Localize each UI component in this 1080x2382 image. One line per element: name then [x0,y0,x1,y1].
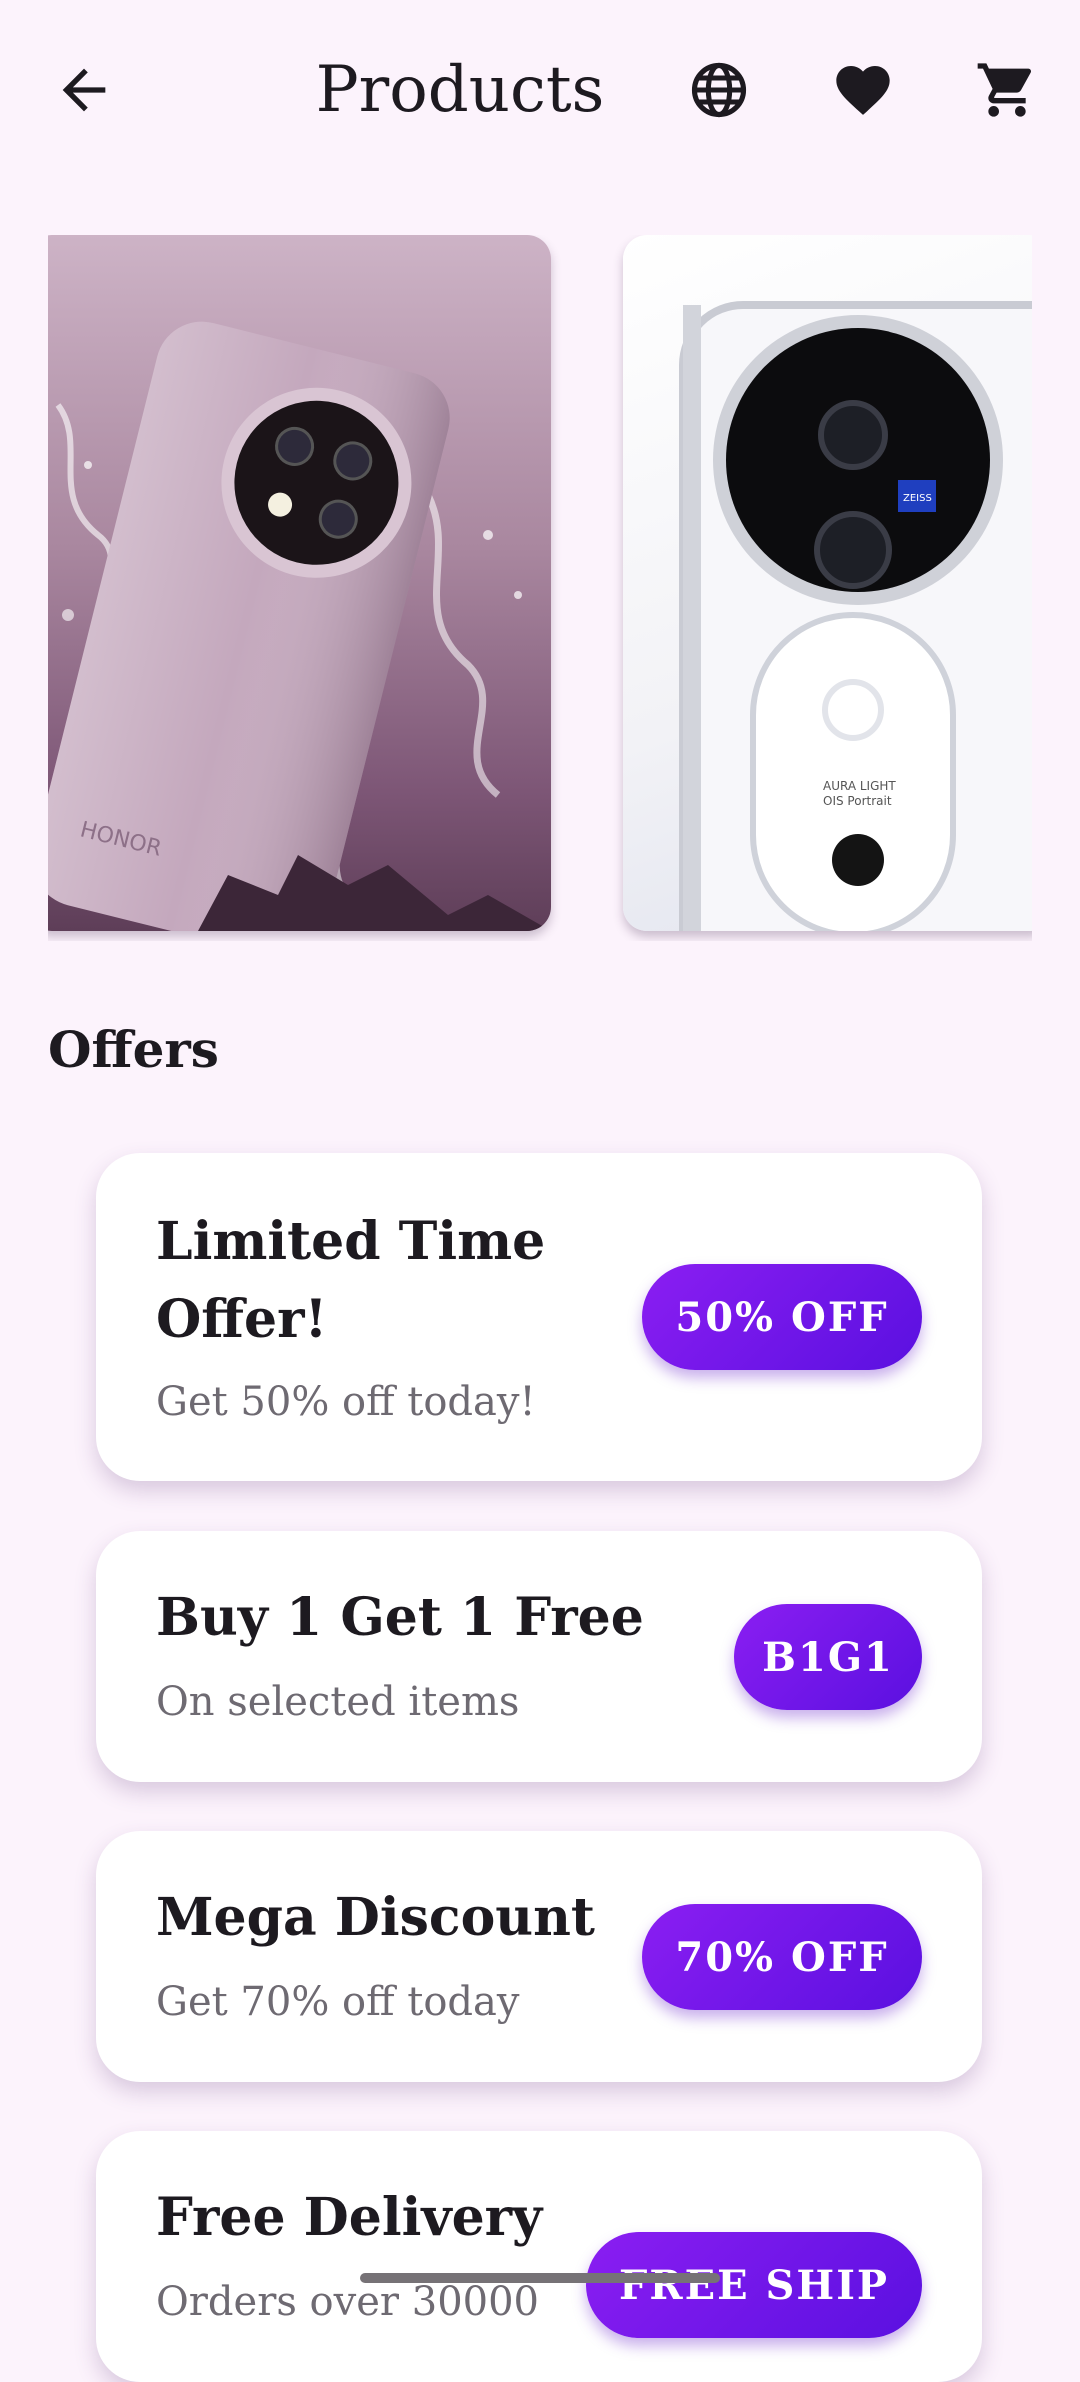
home-indicator[interactable] [360,2273,720,2283]
cart-icon [977,63,1032,117]
zeiss-logo-text: ZEISS [903,493,932,504]
product-carousel[interactable]: HONOR AURA LIGHT OIS Portrait ZEISS [48,235,1032,941]
offer-badge-button[interactable]: FREE SHIP [586,2232,922,2338]
product-card-vivo[interactable]: AURA LIGHT OIS Portrait ZEISS [623,235,1032,931]
offer-title: Mega Discount [156,1887,595,1948]
offer-title: Free Delivery [156,2187,543,2248]
offer-card-free-delivery[interactable]: Free Delivery Orders over 30000 FREE SHI… [96,2131,982,2382]
offer-title: Limited Time Offer! [156,1211,546,1350]
back-button[interactable] [34,40,134,140]
heart-icon [836,66,890,115]
offer-badge-button[interactable]: 50% OFF [642,1264,922,1370]
cart-button[interactable] [957,40,1057,140]
page-title: Products [315,53,605,127]
back-arrow-icon [62,68,106,112]
offer-subtitle: Get 70% off today [156,1979,520,2025]
offer-card-mega-discount[interactable]: Mega Discount Get 70% off today 70% OFF [96,1831,982,2082]
vivo-phone-image: AURA LIGHT OIS Portrait ZEISS [679,301,1032,931]
offer-card-limited-time[interactable]: Limited Time Offer! Get 50% off today! 5… [96,1153,982,1481]
language-button[interactable] [669,40,769,140]
offer-badge-button[interactable]: 70% OFF [642,1904,922,2010]
product-card-honor[interactable]: HONOR [48,235,551,931]
top-app-bar: Products [0,0,1080,185]
svg-text:AURA LIGHT: AURA LIGHT [823,779,896,793]
offer-subtitle: On selected items [156,1679,520,1725]
offers-section-title: Offers [48,1020,219,1079]
globe-icon [691,62,747,118]
offer-badge-button[interactable]: B1G1 [734,1604,922,1710]
offer-subtitle: Get 50% off today! [156,1379,536,1425]
offer-title: Buy 1 Get 1 Free [156,1587,644,1648]
favorites-button[interactable] [813,40,913,140]
honor-phone-image: HONOR [48,321,551,931]
offer-card-b1g1[interactable]: Buy 1 Get 1 Free On selected items B1G1 [96,1531,982,1782]
svg-text:OIS Portrait: OIS Portrait [823,794,892,808]
